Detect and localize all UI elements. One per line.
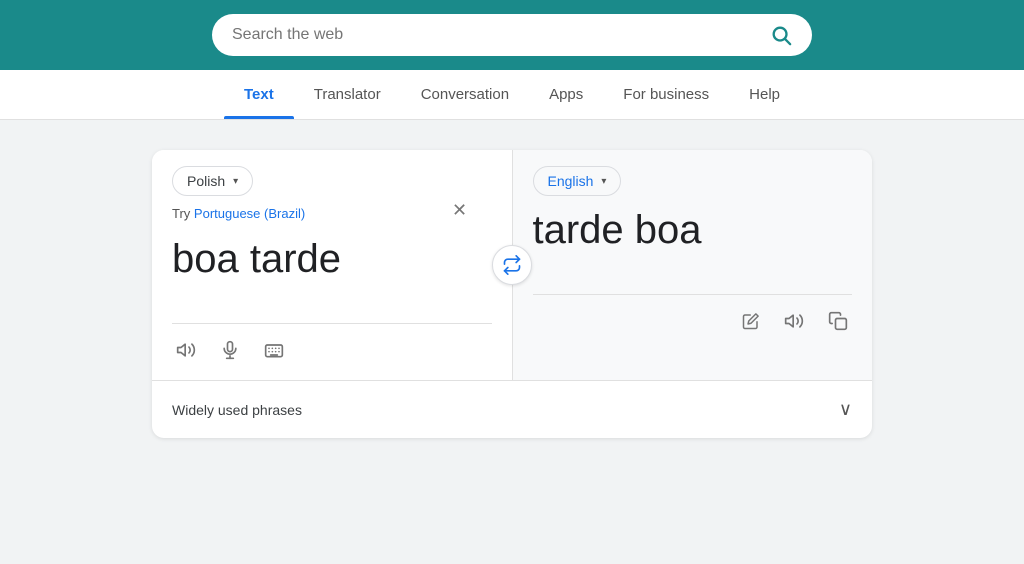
copy-result-button[interactable] — [824, 307, 852, 335]
search-bar — [212, 14, 812, 56]
target-lang-chevron-icon: ▾ — [601, 176, 606, 187]
mic-button[interactable] — [216, 336, 244, 364]
edit-icon — [742, 312, 760, 330]
mic-icon — [220, 340, 240, 360]
source-lang-label: Polish — [187, 173, 225, 189]
swap-languages-button[interactable] — [492, 245, 532, 285]
source-panel: Polish ▾ Try Portuguese (Brazil) boa tar… — [152, 150, 513, 380]
nav-item-apps[interactable]: Apps — [529, 70, 603, 119]
swap-icon — [502, 255, 522, 275]
result-toolbar — [533, 294, 853, 335]
source-toolbar — [172, 323, 492, 364]
search-icon — [770, 24, 792, 46]
speak-result-button[interactable] — [780, 307, 808, 335]
nav-item-text[interactable]: Text — [224, 70, 294, 119]
keyboard-icon — [264, 340, 284, 360]
source-text: boa tarde — [172, 235, 492, 283]
nav-item-translator[interactable]: Translator — [294, 70, 401, 119]
speaker-icon — [176, 340, 196, 360]
search-input[interactable] — [232, 26, 770, 44]
nav-bar: Text Translator Conversation Apps For bu… — [0, 70, 1024, 120]
translator-card: Polish ▾ Try Portuguese (Brazil) boa tar… — [152, 150, 872, 438]
copy-icon — [828, 311, 848, 331]
search-button[interactable] — [770, 24, 792, 46]
source-lang-chevron-icon: ▾ — [233, 176, 238, 187]
main-content: Polish ▾ Try Portuguese (Brazil) boa tar… — [0, 120, 1024, 468]
widely-used-phrases-bar[interactable]: Widely used phrases ∨ — [152, 380, 872, 438]
try-suggestion-link[interactable]: Portuguese (Brazil) — [194, 206, 305, 221]
phrases-chevron-icon: ∨ — [839, 399, 852, 420]
source-lang-selector[interactable]: Polish ▾ — [172, 166, 253, 196]
nav-item-conversation[interactable]: Conversation — [401, 70, 529, 119]
speak-source-button[interactable] — [172, 336, 200, 364]
target-lang-selector[interactable]: English ▾ — [533, 166, 622, 196]
result-panel: English ▾ tarde boa — [513, 150, 873, 380]
edit-result-button[interactable] — [738, 307, 764, 335]
translation-panels: Polish ▾ Try Portuguese (Brazil) boa tar… — [152, 150, 872, 380]
clear-button[interactable]: ✕ — [452, 200, 467, 221]
target-lang-label: English — [548, 173, 594, 189]
result-text: tarde boa — [533, 206, 853, 254]
try-suggestion: Try Portuguese (Brazil) — [172, 206, 492, 221]
nav-item-help[interactable]: Help — [729, 70, 800, 119]
keyboard-button[interactable] — [260, 336, 288, 364]
header — [0, 0, 1024, 70]
speaker-result-icon — [784, 311, 804, 331]
phrases-label: Widely used phrases — [172, 402, 302, 418]
nav-item-for-business[interactable]: For business — [603, 70, 729, 119]
